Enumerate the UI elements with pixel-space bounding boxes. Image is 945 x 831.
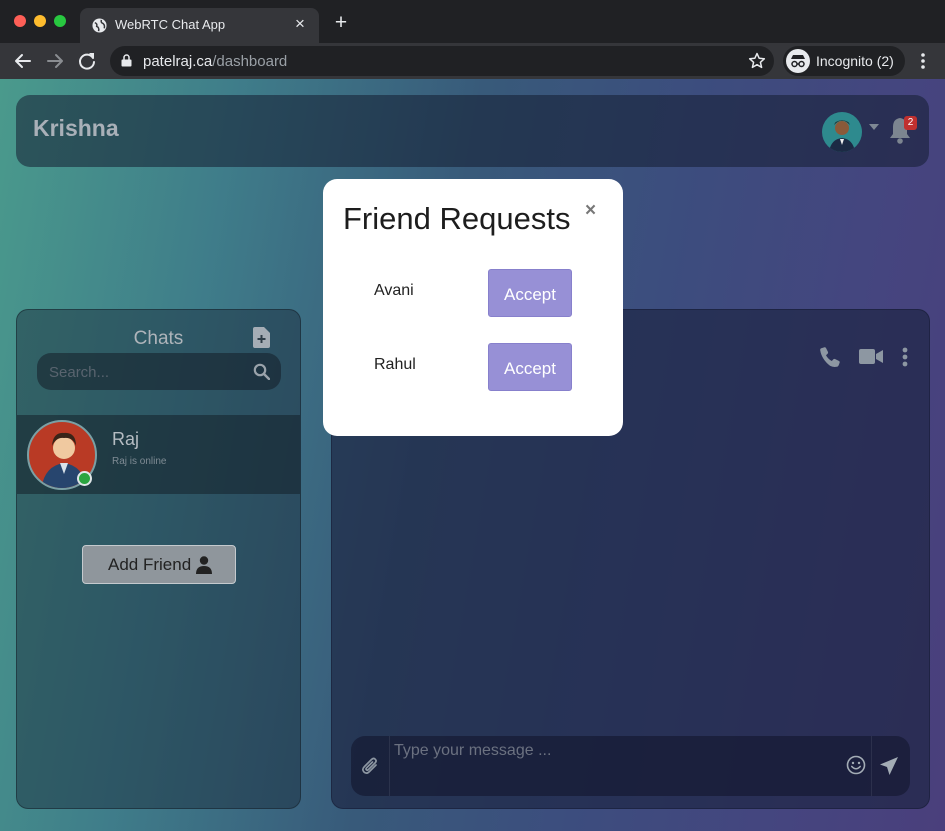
video-icon[interactable] [859,348,883,365]
new-tab-button[interactable]: + [331,11,351,35]
search-icon[interactable] [253,363,270,380]
more-options-icon[interactable] [901,347,909,367]
avatar[interactable] [822,112,862,152]
app-page: Krishna 2 Chats Search... Raj Raj is onl… [0,79,945,831]
tab-title: WebRTC Chat App [115,17,226,32]
phone-icon[interactable] [819,346,841,368]
url-domain: patelraj.ca [143,53,213,70]
add-friend-label: Add Friend [108,555,192,574]
browser-tabstrip: WebRTC Chat App × + [0,0,945,43]
notification-badge: 2 [904,116,917,130]
accept-label: Accept [504,285,556,304]
back-arrow-icon[interactable] [12,50,34,72]
add-friend-button[interactable]: Add Friend [82,545,236,584]
search-box [37,353,281,390]
browser-toolbar: patelraj.ca/dashboard Incognito (2) [0,43,945,79]
chat-name: Raj [112,429,140,449]
emoji-icon[interactable] [846,755,866,775]
browser-menu-icon[interactable] [919,52,927,70]
incognito-icon [786,49,810,73]
window-zoom-button[interactable] [54,15,66,27]
accept-button[interactable]: Accept [488,343,572,391]
request-name: Rahul [374,356,416,373]
lock-icon [121,54,132,67]
divider [389,736,390,796]
user-icon [196,556,212,574]
online-status-dot [77,471,92,486]
url-text: patelraj.ca/dashboard [143,53,287,70]
app-header: Krishna 2 [16,95,929,167]
chat-status: Raj is online [112,456,167,467]
tab-close-button[interactable]: × [291,14,309,34]
modal-close-button[interactable]: × [585,201,596,221]
friend-request-row: Rahul Accept [323,343,623,391]
page-title: Krishna [33,115,119,141]
modal-title: Friend Requests [343,201,571,236]
search-input[interactable] [49,362,239,382]
paperclip-icon[interactable] [361,756,379,776]
forward-arrow-icon[interactable] [44,50,66,72]
message-input[interactable] [394,740,834,762]
chevron-down-icon[interactable] [869,124,879,131]
incognito-label: Incognito (2) [816,53,894,69]
globe-icon [92,18,107,33]
incognito-indicator[interactable]: Incognito (2) [783,46,905,76]
window-close-button[interactable] [14,15,26,27]
star-icon[interactable] [748,52,766,70]
window-minimize-button[interactable] [34,15,46,27]
chats-sidebar: Chats Raj Raj is online [16,309,301,809]
chat-list-item[interactable]: Raj Raj is online [17,415,300,494]
accept-label: Accept [504,359,556,378]
message-composer [351,736,910,796]
accept-button[interactable]: Accept [488,269,572,317]
send-icon[interactable] [879,756,899,776]
request-name: Avani [374,282,414,299]
url-path: /dashboard [212,53,288,70]
friend-request-row: Avani Accept [323,269,623,317]
friend-requests-modal: Friend Requests × Avani Accept Rahul Acc… [323,179,623,436]
reload-icon[interactable] [76,50,98,72]
new-chat-icon[interactable] [253,327,270,348]
browser-tab[interactable]: WebRTC Chat App × [80,8,319,43]
address-bar[interactable]: patelraj.ca/dashboard [110,46,774,76]
divider [871,736,872,796]
